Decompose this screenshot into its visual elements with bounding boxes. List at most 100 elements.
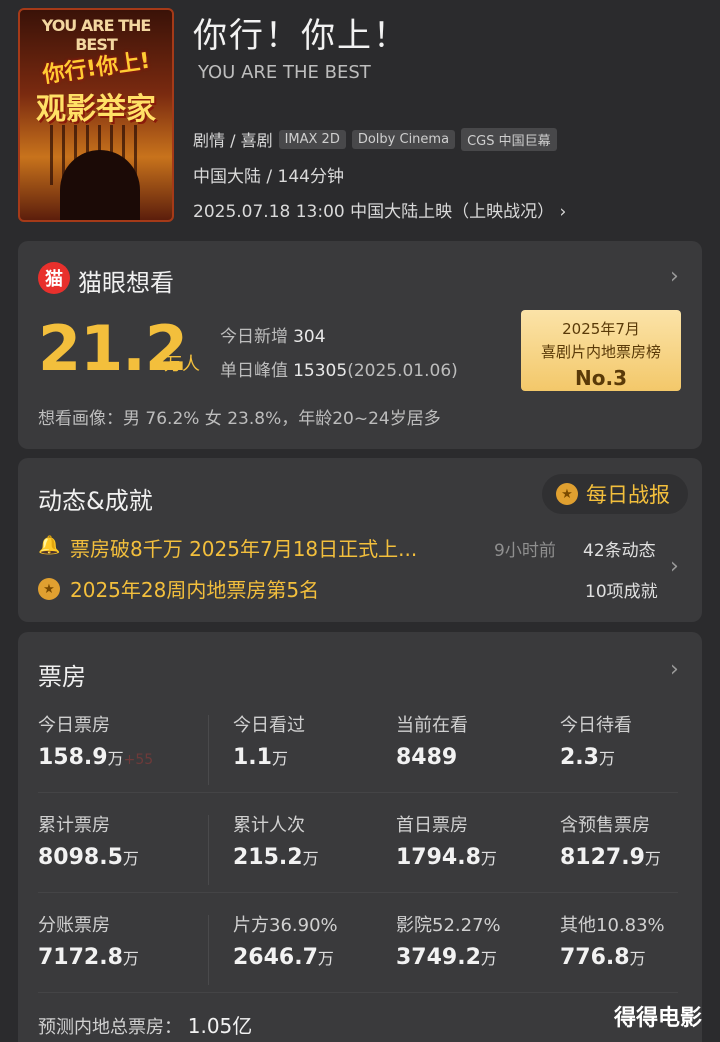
genre-row: 剧情 / 喜剧 IMAX 2D Dolby Cinema CGS 中国巨幕 bbox=[193, 127, 557, 151]
chevron-right-icon[interactable]: › bbox=[670, 657, 679, 682]
daily-peak-date: (2025.01.06) bbox=[347, 361, 458, 381]
stat-value: 8127.9万 bbox=[560, 845, 661, 870]
movie-poster[interactable]: YOU ARE THE BEST 你行!你上! 观影举家 bbox=[18, 8, 174, 222]
chevron-right-icon[interactable]: › bbox=[670, 554, 679, 579]
cinema-share-value: 3749.2 bbox=[396, 945, 481, 970]
divider bbox=[208, 715, 209, 785]
stat-unit: 万 bbox=[122, 849, 139, 868]
stat-unit: 万 bbox=[317, 949, 334, 968]
format-tag-dolby: Dolby Cinema bbox=[351, 129, 456, 149]
boxoffice-card[interactable] bbox=[18, 632, 702, 1042]
divider bbox=[38, 792, 678, 793]
boxoffice-title: 票房 bbox=[38, 663, 86, 691]
bell-icon: 🔔 bbox=[38, 535, 61, 556]
news-count: 42条动态 bbox=[583, 541, 656, 561]
daily-peak-label: 单日峰值 bbox=[220, 361, 288, 381]
presale-total-value: 8127.9 bbox=[560, 845, 645, 870]
stat-value: 1.1万 bbox=[233, 745, 288, 770]
divider bbox=[38, 992, 678, 993]
stat-label: 累计票房 bbox=[38, 815, 110, 836]
forecast-label: 预测内地总票房： bbox=[38, 1017, 182, 1038]
today-watched-value: 1.1 bbox=[233, 745, 272, 770]
stat-unit: 万 bbox=[271, 749, 288, 768]
medal-icon: ★ bbox=[38, 578, 60, 600]
stat-label: 今日待看 bbox=[560, 715, 632, 736]
region-duration: 中国大陆 / 144分钟 bbox=[193, 167, 344, 187]
medal-icon: ★ bbox=[556, 483, 578, 505]
format-tag-cgs: CGS 中国巨幕 bbox=[461, 127, 557, 151]
stat-label: 含预售票房 bbox=[560, 815, 650, 836]
stat-value: 158.9万+55 bbox=[38, 745, 153, 770]
stat-unit: 万 bbox=[107, 749, 124, 768]
divider bbox=[38, 892, 678, 893]
stat-value: 1794.8万 bbox=[396, 845, 497, 870]
achievement-count: 10项成就 bbox=[585, 582, 658, 602]
stat-delta: +55 bbox=[123, 752, 154, 768]
rank-category: 喜剧片内地票房榜 bbox=[540, 343, 661, 361]
news-item-text[interactable]: 票房破8千万 2025年7月18日正式上... bbox=[70, 533, 417, 562]
stat-label: 其他10.83% bbox=[560, 915, 665, 936]
stat-label: 分账票房 bbox=[38, 915, 110, 936]
first-day-value: 1794.8 bbox=[396, 845, 481, 870]
stat-unit: 万 bbox=[480, 849, 497, 868]
stat-unit: 万 bbox=[598, 749, 615, 768]
format-tag-imax: IMAX 2D bbox=[278, 129, 346, 149]
daily-report-label: 每日战报 bbox=[586, 483, 670, 507]
stat-unit: 万 bbox=[302, 849, 319, 868]
daily-peak: 单日峰值 15305(2025.01.06) bbox=[220, 356, 458, 381]
daily-peak-value: 15305 bbox=[293, 361, 348, 381]
forecast-row: 预测内地总票房： 1.05亿 bbox=[38, 1010, 252, 1039]
stat-value: 2.3万 bbox=[560, 745, 615, 770]
stat-label: 当前在看 bbox=[396, 715, 468, 736]
forecast-value: 1.05亿 bbox=[187, 1014, 253, 1038]
rank-period: 2025年7月 bbox=[562, 320, 640, 338]
chevron-right-icon[interactable]: › bbox=[670, 264, 679, 289]
stat-unit: 万 bbox=[122, 949, 139, 968]
stat-value: 8489 bbox=[396, 745, 457, 770]
release-info[interactable]: 2025.07.18 13:00 中国大陆上映（上映战况） › bbox=[193, 197, 566, 222]
watching-now-value: 8489 bbox=[396, 745, 458, 770]
stat-label: 影院52.27% bbox=[396, 915, 501, 936]
poster-top-text: YOU ARE THE BEST bbox=[41, 16, 152, 54]
stat-value: 776.8万 bbox=[560, 945, 646, 970]
other-share-value: 776.8 bbox=[560, 945, 630, 970]
daily-report-button[interactable]: ★ 每日战报 bbox=[542, 474, 688, 514]
stat-value: 2646.7万 bbox=[233, 945, 334, 970]
today-new-value: 304 bbox=[293, 327, 326, 347]
audience-profile: 想看画像：男 76.2% 女 23.8%，年龄20~24岁居多 bbox=[38, 409, 441, 429]
today-pending-value: 2.3 bbox=[560, 745, 599, 770]
movie-title-en: YOU ARE THE BEST bbox=[198, 62, 371, 83]
stat-label: 累计人次 bbox=[233, 815, 305, 836]
total-admissions-value: 215.2 bbox=[233, 845, 303, 870]
split-boxoffice-value: 7172.8 bbox=[38, 945, 123, 970]
divider bbox=[208, 915, 209, 985]
rank-badge[interactable]: 2025年7月 喜剧片内地票房榜 No.3 bbox=[521, 310, 681, 391]
today-boxoffice-value: 158.9 bbox=[38, 745, 108, 770]
want-unit: 万人 bbox=[164, 354, 200, 375]
stat-unit: 万 bbox=[480, 949, 497, 968]
poster-main-text: 观影举家 bbox=[36, 92, 156, 127]
rank-number: No.3 bbox=[575, 366, 627, 390]
stat-unit: 万 bbox=[644, 849, 661, 868]
stat-value: 3749.2万 bbox=[396, 945, 497, 970]
news-item-time: 9小时前 bbox=[494, 541, 556, 561]
divider bbox=[208, 815, 209, 885]
stat-label: 今日看过 bbox=[233, 715, 305, 736]
maoyan-cat-icon: 猫 bbox=[38, 262, 70, 294]
stat-value: 7172.8万 bbox=[38, 945, 139, 970]
news-title: 动态&成就 bbox=[38, 487, 153, 515]
total-boxoffice-value: 8098.5 bbox=[38, 845, 123, 870]
genre-text: 剧情 / 喜剧 bbox=[193, 131, 273, 150]
producer-share-value: 2646.7 bbox=[233, 945, 318, 970]
chevron-right-icon: › bbox=[559, 202, 567, 222]
release-text: 2025.07.18 13:00 中国大陆上映（上映战况） bbox=[193, 202, 555, 222]
today-new-label: 今日新增 bbox=[220, 327, 288, 347]
movie-title: 你行！你上！ bbox=[193, 16, 409, 56]
poster-figure bbox=[60, 150, 140, 220]
stat-value: 8098.5万 bbox=[38, 845, 139, 870]
stat-label: 首日票房 bbox=[396, 815, 468, 836]
want-title: 猫眼想看 bbox=[78, 269, 174, 297]
watermark: 得得电影 bbox=[614, 1006, 703, 1031]
achievement-text[interactable]: 2025年28周内地票房第5名 bbox=[70, 574, 319, 603]
stat-value: 215.2万 bbox=[233, 845, 319, 870]
